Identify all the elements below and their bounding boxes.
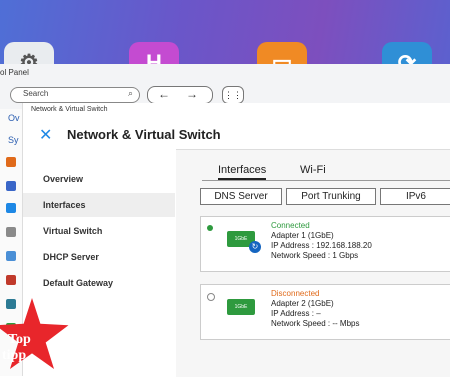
tab-wifi[interactable]: Wi-Fi — [300, 164, 326, 176]
grid-icon[interactable]: ⋮⋮ — [222, 86, 244, 104]
rail-icon-2[interactable] — [6, 181, 16, 191]
status-dot-disconnected — [207, 293, 215, 301]
rail-label-system[interactable]: Sy — [8, 135, 19, 145]
adapter-name: Adapter 1 (1GbE) — [271, 231, 334, 240]
dns-server-button[interactable]: DNS Server — [200, 188, 282, 205]
rail-icon-5[interactable] — [6, 251, 16, 261]
breadcrumb: Network & Virtual Switch — [31, 106, 108, 113]
rail-icon-network[interactable] — [6, 203, 16, 213]
adapter-ip: IP Address : 192.168.188.20 — [271, 241, 372, 250]
link-badge-icon: ↻ — [249, 241, 261, 253]
menu-item-interfaces[interactable]: Interfaces — [23, 193, 175, 217]
search-icon[interactable]: ⌕ — [128, 88, 133, 99]
menu-item-dhcp-server[interactable]: DHCP Server — [23, 245, 175, 269]
nic-label: 1GbE — [234, 304, 248, 310]
menu-item-default-gateway[interactable]: Default Gateway — [23, 271, 175, 295]
rail-icon-6[interactable] — [6, 275, 16, 285]
tab-interfaces[interactable]: Interfaces — [218, 164, 267, 180]
window-title: ol Panel — [0, 68, 29, 77]
badge-line-1: Top — [8, 332, 31, 347]
adapter-card[interactable]: 1GbE Disconnected Adapter 2 (1GbE) IP Ad… — [200, 284, 450, 340]
app-title: Network & Virtual Switch — [67, 127, 221, 142]
menu-item-overview[interactable]: Overview — [23, 167, 175, 191]
ethernet-port-icon: 1GbE — [227, 299, 255, 315]
network-virtual-switch-window: Network & Virtual Switch ✕ Network & Vir… — [22, 103, 450, 377]
ipv6-button[interactable]: IPv6 — [380, 188, 450, 205]
network-switch-icon: ✕ — [39, 127, 53, 144]
status-dot-connected — [207, 225, 213, 231]
app-header: ✕ Network & Virtual Switch — [23, 119, 450, 149]
adapter-status: Disconnected — [271, 289, 320, 298]
nav-buttons: ← → — [147, 86, 213, 104]
adapter-name: Adapter 2 (1GbE) — [271, 299, 334, 308]
adapter-speed: Network Speed : 1 Gbps — [271, 251, 359, 260]
rail-icon-4[interactable] — [6, 227, 16, 237]
adapter-ip: IP Address : – — [271, 309, 321, 318]
search-input[interactable]: Search ⌕ — [10, 87, 140, 103]
rail-label-overview[interactable]: Ov — [8, 113, 20, 123]
adapter-card[interactable]: 1GbE ↻ Connected Adapter 1 (1GbE) IP Add… — [200, 216, 450, 272]
adapter-status: Connected — [271, 221, 310, 230]
forward-button[interactable]: → — [186, 87, 198, 101]
adapter-speed: Network Speed : -- Mbps — [271, 319, 360, 328]
adapter-details: Connected Adapter 1 (1GbE) IP Address : … — [271, 221, 372, 261]
tab-divider — [202, 180, 450, 181]
menu-item-virtual-switch[interactable]: Virtual Switch — [23, 219, 175, 243]
back-button[interactable]: ← — [158, 87, 170, 101]
top-tipp-badge: Top tipp — [0, 298, 70, 376]
main-content: Interfaces Wi-Fi DNS Server Port Trunkin… — [176, 149, 450, 377]
adapter-details: Disconnected Adapter 2 (1GbE) IP Address… — [271, 289, 359, 329]
search-placeholder: Search — [23, 89, 49, 98]
port-trunking-button[interactable]: Port Trunking — [286, 188, 376, 205]
badge-line-2: tipp — [2, 348, 27, 363]
rail-icon-1[interactable] — [6, 157, 16, 167]
